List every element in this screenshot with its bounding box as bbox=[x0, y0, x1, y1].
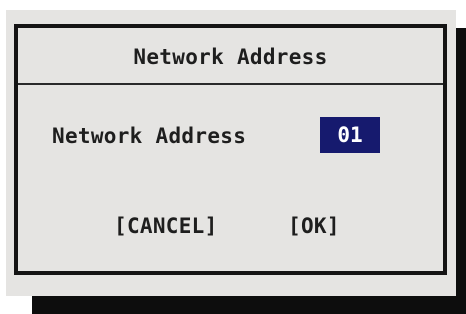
ok-button[interactable]: [OK] bbox=[288, 214, 340, 238]
title-divider bbox=[18, 83, 443, 85]
network-address-label: Network Address bbox=[52, 124, 247, 148]
dialog-shadow-bottom bbox=[32, 296, 466, 314]
network-address-field[interactable]: 01 bbox=[320, 117, 380, 153]
network-address-dialog: Network Address Network Address 01 [CANC… bbox=[14, 24, 447, 275]
cancel-button[interactable]: [CANCEL] bbox=[114, 214, 218, 238]
dialog-title: Network Address bbox=[133, 45, 328, 69]
